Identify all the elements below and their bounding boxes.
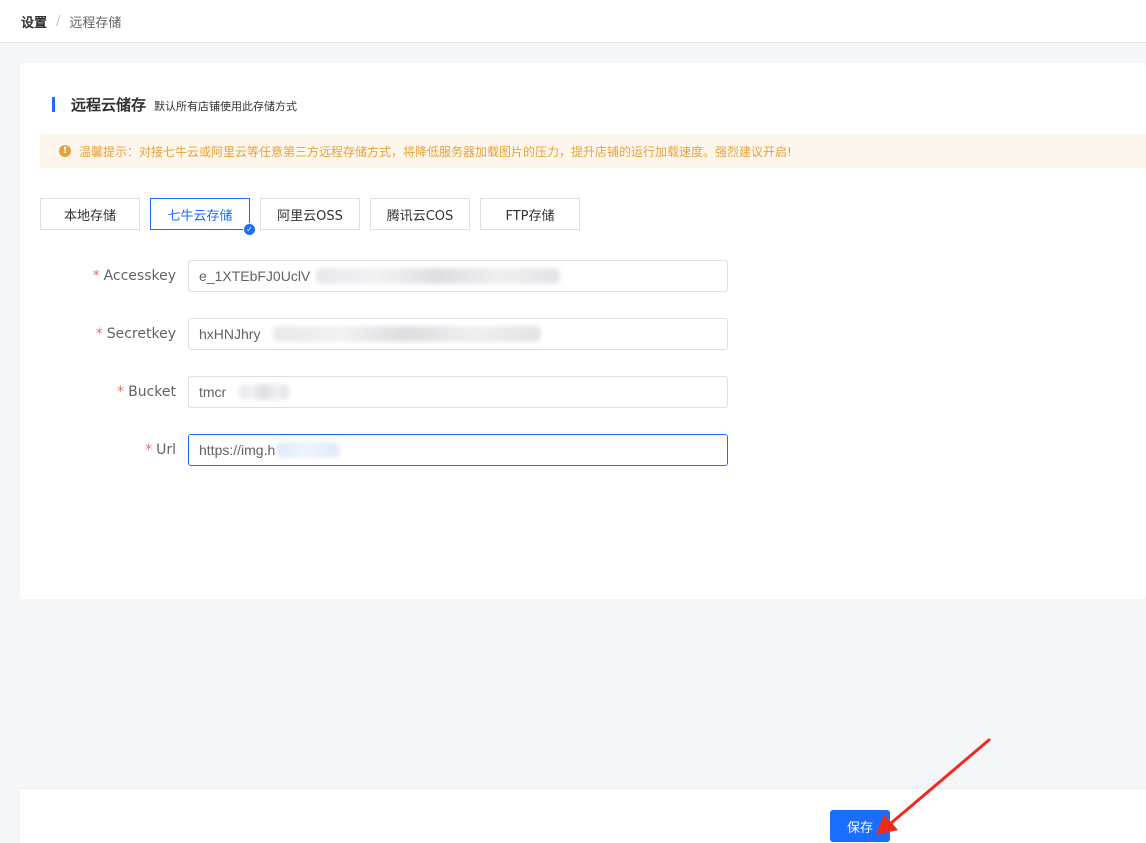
redaction-blur: [239, 384, 289, 400]
storage-type-tabs: 本地存储 七牛云存储 ✓ 阿里云OSS 腾讯云COS FTP存储: [40, 198, 590, 236]
url-row: * Url: [20, 434, 780, 466]
url-input[interactable]: [188, 434, 728, 466]
tab-label: FTP存储: [505, 208, 555, 224]
secretkey-label: * Secretkey: [95, 326, 176, 342]
warning-icon: !: [59, 145, 71, 157]
title-accent-bar: [52, 97, 55, 112]
breadcrumb-separator: /: [56, 13, 61, 29]
redaction-blur: [273, 326, 541, 342]
bucket-label: * Bucket: [117, 384, 176, 400]
bucket-row: * Bucket: [20, 376, 780, 408]
tab-label: 七牛云存储: [167, 208, 233, 224]
tab-label: 本地存储: [63, 208, 116, 224]
accesskey-row: * Accesskey: [20, 260, 780, 292]
redaction-blur: [316, 268, 560, 284]
tip-alert: ! 温馨提示：对接七牛云或阿里云等任意第三方远程存储方式，将降低服务器加载图片的…: [40, 134, 1146, 168]
page-title: 远程云储存: [71, 96, 147, 114]
check-icon: ✓: [243, 223, 256, 236]
tab-qiniu-storage[interactable]: 七牛云存储 ✓: [150, 198, 256, 236]
tab-aliyun-oss[interactable]: 阿里云OSS: [260, 198, 360, 230]
breadcrumb-current: 远程存储: [69, 15, 122, 31]
breadcrumb-settings[interactable]: 设置: [21, 12, 47, 31]
url-label: * Url: [145, 442, 176, 458]
secretkey-row: * Secretkey: [20, 318, 780, 350]
tab-local-storage[interactable]: 本地存储: [40, 198, 140, 230]
accesskey-label: * Accesskey: [92, 268, 176, 284]
annotation-arrow-icon: [876, 738, 991, 835]
tab-tencent-cos[interactable]: 腾讯云COS: [370, 198, 470, 230]
breadcrumb: 设置 / 远程存储: [0, 0, 1146, 43]
required-mark: *: [92, 268, 100, 284]
card-header: 远程云储存 默认所有店铺使用此存储方式: [52, 94, 297, 115]
tab-label: 阿里云OSS: [277, 208, 343, 224]
required-mark: *: [117, 384, 125, 400]
tip-text: 温馨提示：对接七牛云或阿里云等任意第三方远程存储方式，将降低服务器加载图片的压力…: [79, 144, 792, 159]
tab-label: 腾讯云COS: [386, 208, 454, 224]
tab-ftp-storage[interactable]: FTP存储: [480, 198, 580, 230]
page-subtitle: 默认所有店铺使用此存储方式: [154, 99, 298, 113]
required-mark: *: [145, 442, 153, 458]
redaction-blur: [276, 442, 340, 458]
storage-settings-card: 远程云储存 默认所有店铺使用此存储方式 ! 温馨提示：对接七牛云或阿里云等任意第…: [20, 63, 1146, 599]
required-mark: *: [95, 326, 103, 342]
